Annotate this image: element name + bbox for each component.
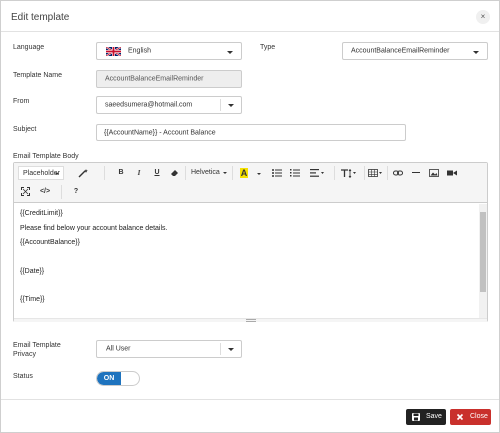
editor-toolbar: Placeholder B I U Helvetica A </> ? [14,163,487,203]
magic-wand-icon [78,169,88,178]
toolbar-divider [185,166,186,180]
type-value: AccountBalanceEmailReminder [351,47,450,55]
select-divider [220,99,221,111]
privacy-value: All User [106,345,131,353]
select-divider [220,343,221,355]
table-dropdown[interactable] [366,166,384,180]
grip-icon [246,321,256,322]
editor-resize-handle[interactable] [14,318,487,322]
save-button[interactable]: Save [406,409,446,425]
privacy-label: Email Template [13,342,61,349]
toolbar-divider [104,166,105,180]
from-label: From [13,98,30,105]
template-name-field: AccountBalanceEmailReminder [96,70,242,88]
footer-divider [1,399,499,400]
underline-button[interactable]: U [150,166,164,180]
chevron-down-icon [223,172,227,174]
editor-scrollbar[interactable] [479,204,487,318]
horizontal-rule-icon [412,171,420,173]
privacy-select[interactable]: All User [96,340,242,358]
template-name-value: AccountBalanceEmailReminder [105,75,204,83]
subject-value: {{AccountName}} - Account Balance [104,129,216,136]
language-label: Language [13,44,45,51]
toolbar-divider [232,166,233,180]
image-icon [429,169,439,177]
insert-video-button[interactable] [445,166,459,180]
toolbar-divider [387,166,388,180]
status-label: Status [13,373,33,380]
ordered-list-button[interactable] [288,166,302,180]
type-select[interactable]: AccountBalanceEmailReminder [342,42,488,60]
insert-link-button[interactable] [391,166,405,180]
from-select[interactable]: saeedsumera@hotmail.com [96,96,242,114]
editor-scrollbar-thumb[interactable] [480,212,486,292]
from-value: saeedsumera@hotmail.com [105,101,193,109]
editor-content[interactable]: {{CreditLimit}} Please find below your a… [14,204,487,318]
link-icon [393,170,403,176]
eraser-button[interactable] [167,166,181,180]
bold-button[interactable]: B [114,166,128,180]
placeholder-dropdown[interactable]: Placeholder [18,166,64,180]
chevron-down-icon [473,51,479,54]
edit-template-dialog: Edit template × Language English Type Ac… [0,0,500,433]
paragraph-align-dropdown[interactable] [307,166,327,180]
save-label: Save [426,413,442,420]
chevron-down-icon [228,348,234,351]
text-height-icon [341,168,356,179]
subject-input[interactable]: {{AccountName}} - Account Balance [96,124,406,141]
language-value: English [128,47,151,55]
body-label: Email Template Body [13,153,79,160]
uk-flag-icon [106,47,121,56]
toolbar-divider [364,166,365,180]
video-icon [447,170,457,176]
body-line: Please find below your account balance d… [20,225,168,232]
eraser-icon [170,170,178,176]
close-button[interactable]: Close [450,409,491,425]
align-left-icon [310,169,324,177]
line-height-dropdown[interactable] [339,166,359,180]
body-line: {{CreditLimit}} [20,210,63,217]
grip-icon [246,319,256,320]
save-icon [412,413,420,421]
type-label: Type [260,44,276,51]
table-icon [368,169,382,177]
numbered-list-icon [290,169,300,177]
insert-image-button[interactable] [427,166,441,180]
dialog-header: Edit template × [1,1,499,32]
template-name-label: Template Name [13,72,63,79]
chevron-down-icon[interactable] [257,173,261,175]
close-icon [456,413,464,421]
expand-icon [20,187,30,196]
privacy-label: Privacy [13,351,36,358]
code-view-button[interactable]: </> [36,185,54,199]
subject-label: Subject [13,126,37,133]
body-line: {{Time}} [20,296,45,303]
chevron-down-icon [55,173,59,175]
language-select[interactable]: English [96,42,242,60]
chevron-down-icon [227,51,233,54]
status-toggle-on: ON [97,372,121,385]
status-toggle[interactable]: ON [96,371,140,386]
help-button[interactable]: ? [69,185,83,199]
font-family-dropdown[interactable]: Helvetica [191,166,229,180]
fullscreen-button[interactable] [18,185,32,199]
dialog-title: Edit template [11,12,70,23]
font-family-label: Helvetica [191,169,220,176]
bullet-list-icon [272,169,282,177]
font-color-button[interactable]: A [237,166,251,180]
magic-wand-button[interactable] [72,166,96,180]
toolbar-divider [61,185,62,199]
unordered-list-button[interactable] [270,166,284,180]
body-line: {{AccountBalance}} [20,239,80,246]
close-label: Close [470,413,488,420]
font-color-label: A [239,168,249,178]
close-icon[interactable]: × [476,10,490,24]
chevron-down-icon [228,104,234,107]
toolbar-divider [334,166,335,180]
body-line: {{Date}} [20,268,45,275]
horizontal-rule-button[interactable] [409,166,423,180]
italic-button[interactable]: I [132,166,146,180]
email-body-editor: Placeholder B I U Helvetica A </> ? {{Cr… [13,162,488,322]
